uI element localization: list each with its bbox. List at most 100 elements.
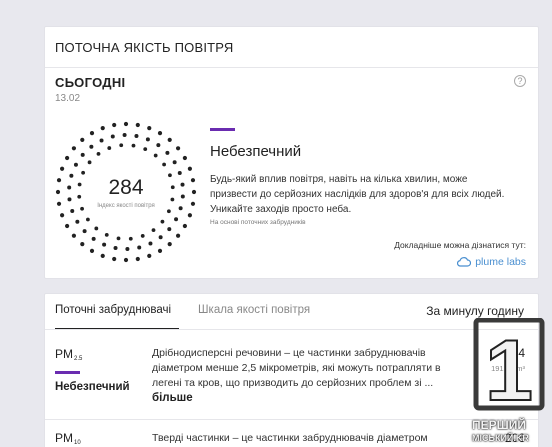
gauge-dot bbox=[100, 126, 105, 131]
cloud-icon bbox=[457, 257, 472, 267]
tab-current-pollutants[interactable]: Поточні забруднювачі bbox=[55, 304, 171, 316]
help-icon[interactable]: ? bbox=[514, 75, 526, 87]
gauge-dot bbox=[112, 256, 117, 262]
gauge-dot bbox=[119, 143, 124, 148]
pollutant-status: Небезпечний bbox=[55, 381, 130, 393]
watermark-line1: ПЕРШИЙ bbox=[472, 418, 526, 432]
gauge-dot bbox=[143, 147, 148, 152]
status-description: Будь-який вплив повітря, навіть на кільк… bbox=[210, 174, 505, 215]
gauge-dot bbox=[104, 232, 109, 237]
today-date: 13.02 bbox=[55, 93, 81, 104]
gauge-dot bbox=[145, 137, 150, 142]
gauge-dot bbox=[174, 217, 179, 222]
pollutants-card: Поточні забруднювачі Шкала якості повітр… bbox=[44, 293, 539, 447]
tab-air-quality-scale[interactable]: Шкала якості повітря bbox=[198, 304, 310, 316]
gauge-dot bbox=[82, 229, 87, 234]
source-note: На основі поточних забрудників bbox=[210, 219, 306, 226]
gauge-dot bbox=[71, 146, 77, 151]
gauge-dot bbox=[94, 226, 99, 231]
gauge-dot bbox=[148, 241, 153, 246]
gauge-dot bbox=[167, 241, 172, 247]
gauge-dot bbox=[125, 246, 130, 251]
gauge-dot bbox=[80, 152, 85, 157]
gauge-dot bbox=[140, 234, 145, 238]
status-title: Небезпечний bbox=[210, 143, 302, 160]
more-link[interactable]: більше bbox=[152, 392, 193, 404]
pollutant-name: PM2.5 bbox=[55, 347, 83, 362]
gauge-dot bbox=[60, 166, 65, 171]
brand-label: plume labs bbox=[475, 256, 526, 268]
aqi-label: Індекс якості повітря bbox=[97, 203, 155, 209]
gauge-dot bbox=[75, 219, 80, 224]
gauge-dot bbox=[147, 126, 152, 131]
air-quality-card: ПОТОЧНА ЯКІСТЬ ПОВІТРЯ СЬОГОДНІ 13.02 ? … bbox=[44, 26, 539, 279]
gauge-dot bbox=[175, 146, 181, 151]
gauge-dot bbox=[87, 160, 92, 165]
card-divider bbox=[45, 67, 538, 68]
gauge-dot bbox=[73, 162, 78, 167]
today-label: СЬОГОДНІ bbox=[55, 75, 126, 90]
gauge-dot bbox=[187, 213, 192, 218]
gauge-dot bbox=[135, 256, 140, 262]
gauge-dot bbox=[71, 233, 77, 238]
gauge-dot bbox=[177, 171, 182, 176]
gauge-dot bbox=[131, 143, 136, 148]
gauge-dot bbox=[167, 137, 172, 143]
period-selector[interactable]: За минулу годину bbox=[426, 304, 524, 318]
gauge-dot bbox=[113, 246, 118, 251]
gauge-dot bbox=[182, 155, 187, 161]
gauge-dot bbox=[158, 235, 163, 240]
gauge-dot bbox=[70, 208, 75, 213]
gauge-dot bbox=[123, 121, 129, 127]
gauge-dot bbox=[122, 133, 127, 138]
status-accent-bar bbox=[210, 128, 235, 131]
gauge-dot bbox=[162, 162, 166, 167]
gauge-dot bbox=[116, 236, 121, 241]
gauge-dot bbox=[187, 166, 192, 171]
pollutant-unit: 191 μg/m³ bbox=[491, 364, 525, 373]
gauge-dot bbox=[153, 153, 158, 158]
gauge-dot bbox=[80, 241, 85, 247]
pollutant-name: PM10 bbox=[55, 431, 81, 446]
gauge-dot bbox=[99, 138, 104, 143]
gauge-dot bbox=[175, 233, 181, 238]
gauge-dot bbox=[89, 144, 94, 149]
gauge-dot bbox=[110, 134, 115, 139]
gauge-dot bbox=[128, 236, 133, 241]
gauge-dot bbox=[135, 122, 140, 128]
row-divider bbox=[45, 419, 538, 420]
pollutant-status-bar bbox=[55, 371, 80, 374]
pollutant-description: Дрібнодисперсні речовини – це частинки з… bbox=[152, 347, 441, 404]
gauge-dot bbox=[112, 122, 117, 128]
gauge-dot bbox=[80, 137, 85, 143]
gauge-dot bbox=[160, 219, 165, 224]
gauge-dot bbox=[134, 133, 139, 138]
gauge-dot bbox=[137, 245, 142, 250]
gauge-dot bbox=[123, 257, 129, 263]
pollutant-description: Тверді частинки – це частинки забруднюва… bbox=[152, 432, 428, 444]
gauge-dot bbox=[91, 236, 96, 241]
gauge-dot bbox=[100, 253, 105, 258]
gauge-dot bbox=[166, 209, 171, 214]
gauge-dot bbox=[165, 150, 170, 155]
gauge-dot bbox=[86, 217, 90, 222]
gauge-dot bbox=[172, 160, 177, 165]
aqi-value: 284 bbox=[108, 176, 144, 199]
pollutant-value: 284 bbox=[504, 346, 525, 360]
watermark-line2: МІСЬКИЙ.KR bbox=[472, 433, 529, 443]
gauge-dot bbox=[102, 242, 107, 247]
gauge-dot bbox=[107, 146, 112, 150]
gauge-dot bbox=[81, 170, 86, 175]
gauge-dot bbox=[182, 223, 187, 229]
gauge-dot bbox=[89, 248, 95, 253]
gauge-dot bbox=[147, 253, 152, 258]
plume-labs-link[interactable]: plume labs bbox=[457, 256, 526, 268]
gauge-dot bbox=[167, 227, 172, 232]
gauge-dot bbox=[60, 213, 65, 218]
gauge-dot bbox=[89, 131, 95, 136]
gauge-dot bbox=[157, 248, 163, 253]
gauge-dot bbox=[157, 131, 163, 136]
gauge-dot bbox=[65, 155, 70, 161]
tabs-divider bbox=[45, 329, 538, 330]
card-title: ПОТОЧНА ЯКІСТЬ ПОВІТРЯ bbox=[55, 40, 234, 55]
